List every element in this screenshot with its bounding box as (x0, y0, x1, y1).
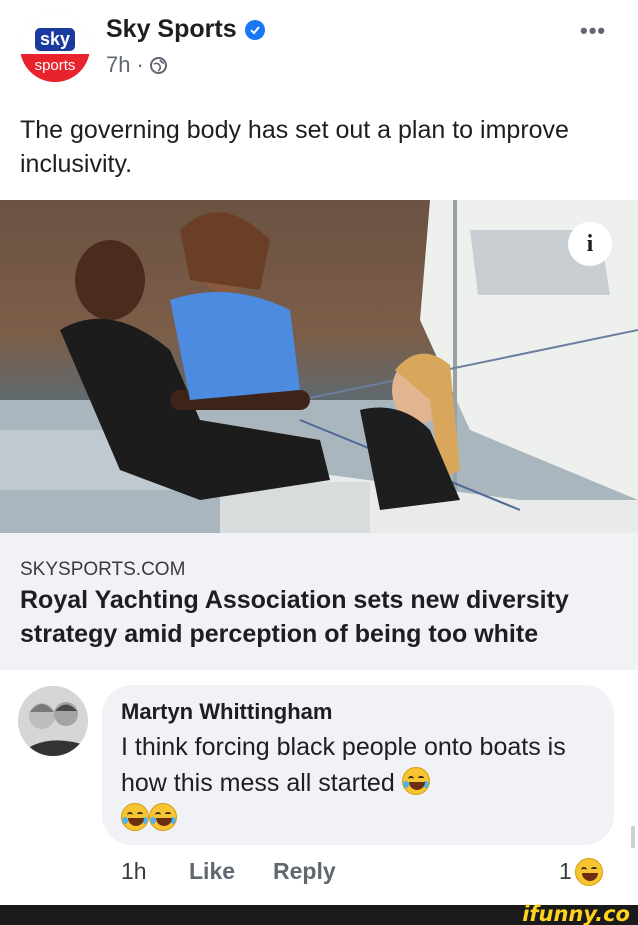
post-caption: The governing body has set out a plan to… (20, 116, 569, 178)
sports-logo-text: sports (20, 54, 90, 82)
like-button[interactable]: Like (189, 858, 235, 885)
page-avatar[interactable]: sky sports (20, 12, 90, 82)
laughing-crying-emoji-icon (149, 803, 177, 831)
facebook-post: sky sports Sky Sports 7h · ••• The gover… (0, 0, 638, 905)
page-name-row: Sky Sports (106, 15, 265, 44)
link-headline[interactable]: Royal Yachting Association sets new dive… (20, 583, 620, 651)
commenter-avatar[interactable] (18, 686, 88, 756)
laughing-crying-emoji-icon (401, 767, 430, 795)
comment-time[interactable]: 1h (121, 858, 147, 885)
meta-separator: · (136, 52, 144, 77)
globe-icon (149, 56, 167, 74)
comment-text-block: I think forcing black people onto boats … (121, 729, 601, 837)
sky-logo-text: sky (34, 28, 76, 51)
haha-reaction-icon[interactable] (575, 858, 603, 886)
ifunny-watermark: ifunny.co (522, 902, 630, 925)
laughing-crying-emoji-icon (121, 803, 149, 831)
post-photo[interactable] (0, 200, 638, 533)
link-domain: SKYSPORTS.COM (20, 559, 186, 580)
post-meta: 7h · (106, 52, 167, 78)
more-options-icon[interactable]: ••• (580, 18, 606, 44)
verified-badge-icon (244, 19, 265, 40)
comment-text: I think forcing black people onto boats … (121, 733, 566, 797)
reply-button[interactable]: Reply (273, 858, 336, 885)
comment-author[interactable]: Martyn Whittingham (121, 699, 332, 725)
info-icon[interactable]: i (568, 222, 612, 266)
scrollbar[interactable] (631, 826, 635, 848)
reaction-count[interactable]: 1 (559, 858, 572, 885)
sailing-photo-illustration (0, 200, 638, 533)
comment-actions: 1h Like Reply 1 (121, 858, 621, 890)
page-name[interactable]: Sky Sports (106, 15, 237, 44)
post-time[interactable]: 7h (106, 52, 130, 78)
